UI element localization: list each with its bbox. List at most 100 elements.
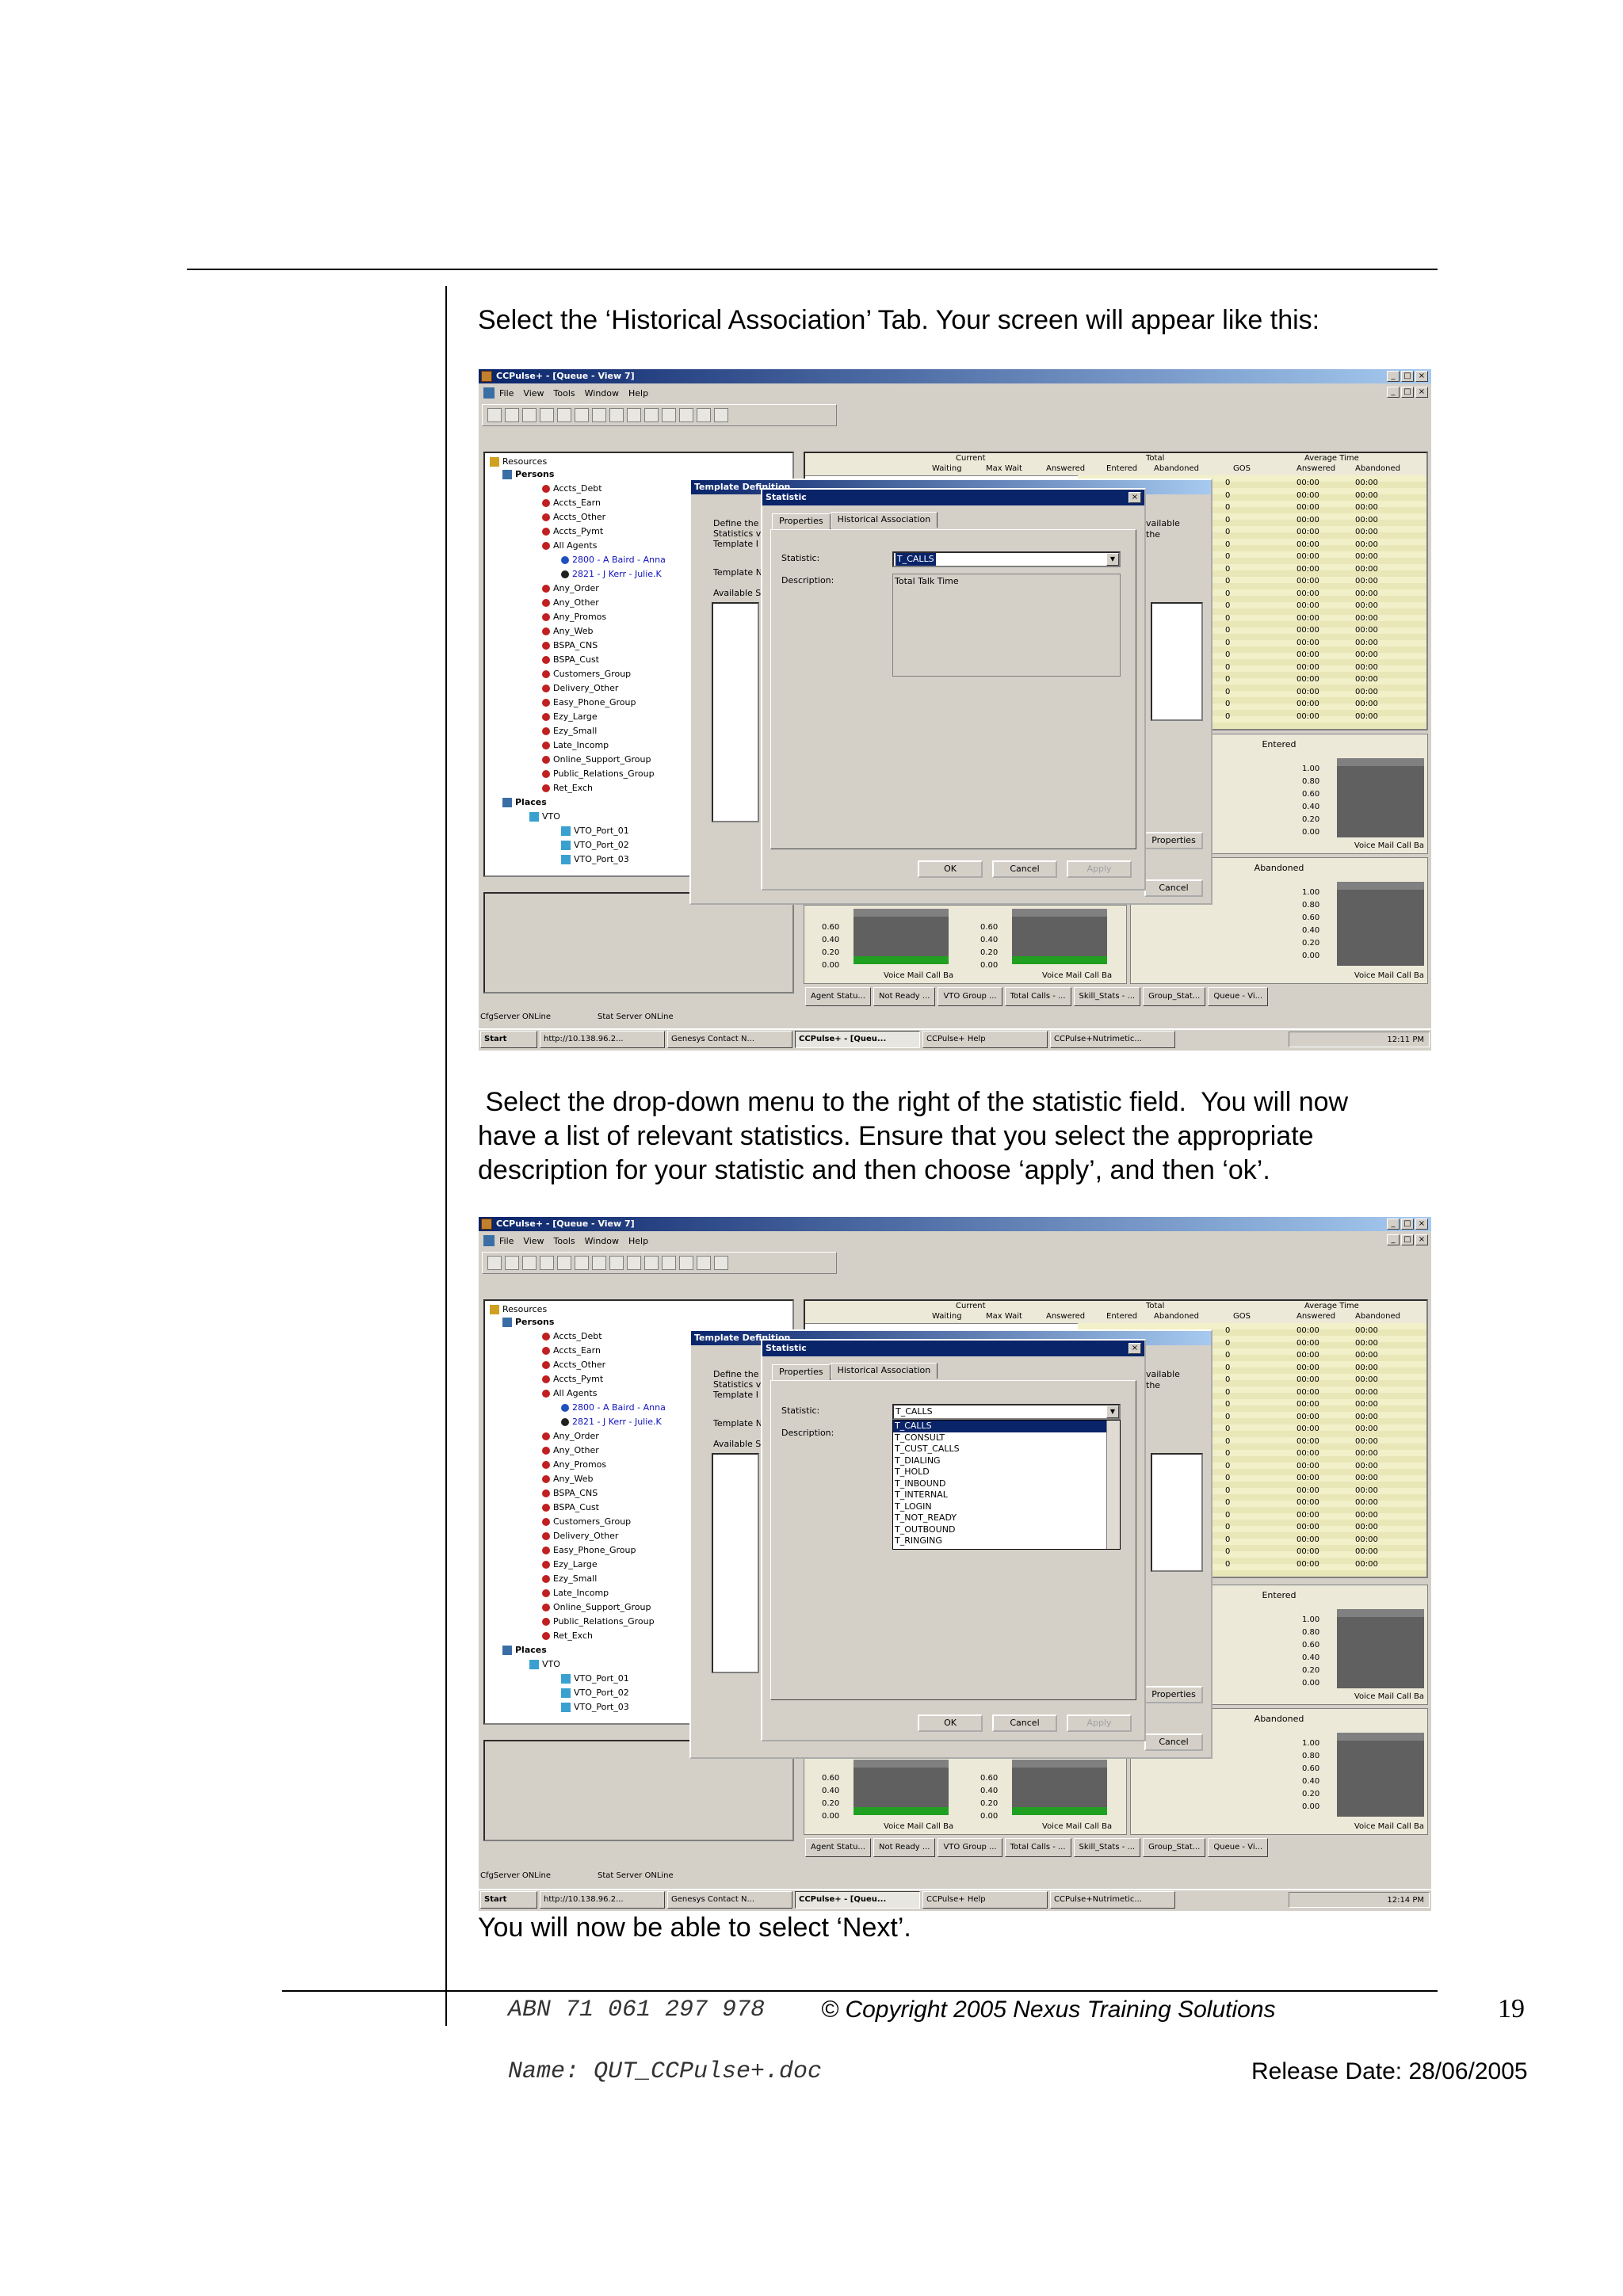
close-icon[interactable]: × (1128, 492, 1141, 503)
taskbar-item[interactable]: http://10.138.96.2... (540, 1891, 665, 1909)
tree-item[interactable]: Easy_Phone_Group (542, 696, 636, 710)
tree-item[interactable]: Customers_Group (542, 667, 631, 681)
pointer-icon[interactable] (662, 1256, 676, 1270)
view-tab[interactable]: Not Ready ... (873, 987, 936, 1006)
tree-item[interactable]: Delivery_Other (542, 1529, 618, 1543)
view-tab[interactable]: VTO Group ... (938, 987, 1002, 1006)
dropdown-option[interactable]: T_DIALING (893, 1455, 1120, 1467)
mdi-minimize-icon[interactable]: _ (1387, 387, 1400, 398)
view-tab[interactable]: Skill_Stats - ... (1073, 1838, 1141, 1857)
view-tab[interactable]: VTO Group ... (938, 1838, 1002, 1857)
tree-port[interactable]: VTO_Port_03 (561, 1700, 629, 1714)
new-icon[interactable] (487, 1256, 502, 1270)
tree-item[interactable]: BSPA_Cust (542, 1501, 599, 1515)
book-icon[interactable] (697, 408, 711, 422)
taskbar-item[interactable]: CCPulse+Nutrimetic... (1050, 1891, 1175, 1909)
tree-persons[interactable]: Persons (502, 467, 554, 482)
pointer-icon[interactable] (662, 408, 676, 422)
menu-file[interactable]: File (499, 1236, 514, 1246)
mdi-restore-icon[interactable]: □ (1401, 1234, 1414, 1245)
tree-item[interactable]: Ezy_Large (542, 710, 598, 724)
tree-item[interactable]: Accts_Debt (542, 482, 602, 496)
tree-item[interactable]: BSPA_CNS (542, 1486, 598, 1501)
tree-item[interactable]: Accts_Other (542, 510, 605, 524)
tree-item[interactable]: Accts_Pymt (542, 524, 603, 539)
view-tab[interactable]: Group_Stat... (1143, 1838, 1206, 1857)
minimize-icon[interactable]: _ (1387, 1219, 1400, 1230)
tree-agent[interactable]: 2800 - A Baird - Anna (561, 1401, 666, 1415)
tab-historical-association[interactable]: Historical Association (830, 512, 938, 528)
menu-help[interactable]: Help (628, 388, 648, 399)
save-icon[interactable] (522, 408, 537, 422)
view-tab[interactable]: Queue - Vi... (1208, 987, 1269, 1006)
grid-icon[interactable] (557, 1256, 571, 1270)
mdi-restore-icon[interactable]: □ (1401, 387, 1414, 398)
tree-item[interactable]: Accts_Debt (542, 1329, 602, 1344)
dropdown-option[interactable]: T_CUST_CALLS (893, 1444, 1120, 1455)
statistic-dropdown-list[interactable]: T_CALLS T_CONSULT T_CUST_CALLS T_DIALING… (892, 1420, 1121, 1550)
properties-button[interactable]: Properties (1144, 832, 1203, 849)
view-tab[interactable]: Total Calls - ... (1004, 987, 1071, 1006)
dropdown-option[interactable]: T_OUTBOUND (893, 1524, 1120, 1536)
menu-view[interactable]: View (523, 1236, 544, 1246)
tree-item[interactable]: Accts_Earn (542, 1344, 601, 1358)
filter-icon[interactable] (644, 1256, 659, 1270)
tree-item[interactable]: Late_Incomp (542, 738, 609, 753)
ok-button[interactable]: OK (918, 1714, 983, 1732)
tree-item[interactable]: Any_Other (542, 1444, 599, 1458)
window-controls[interactable]: _ □ × (1387, 371, 1428, 382)
view-tab[interactable]: Not Ready ... (873, 1838, 936, 1857)
grid-icon[interactable] (557, 408, 571, 422)
tree-item[interactable]: Late_Incomp (542, 1586, 609, 1600)
view-icon[interactable] (540, 408, 554, 422)
taskbar-item[interactable]: http://10.138.96.2... (540, 1031, 665, 1048)
taskbar-item-active[interactable]: CCPulse+ - [Queu... (795, 1031, 920, 1048)
tree-port[interactable]: VTO_Port_01 (561, 824, 629, 838)
tree-item[interactable]: Accts_Pymt (542, 1372, 603, 1386)
view-tab[interactable]: Total Calls - ... (1004, 1838, 1071, 1857)
available-stats-list[interactable] (712, 1453, 759, 1673)
threshold-icon[interactable] (592, 1256, 606, 1270)
filter-icon[interactable] (644, 408, 659, 422)
tree-item[interactable]: Customers_Group (542, 1515, 631, 1529)
menu-file[interactable]: File (499, 388, 514, 399)
tree-places[interactable]: Places (502, 795, 547, 810)
template-cancel-button[interactable]: Cancel (1144, 879, 1203, 897)
chart-icon[interactable] (575, 1256, 589, 1270)
taskbar-item-active[interactable]: CCPulse+ - [Queu... (795, 1891, 920, 1909)
chevron-down-icon[interactable]: ▼ (1106, 553, 1119, 566)
help-icon[interactable] (714, 408, 728, 422)
tree-item[interactable]: Ret_Exch (542, 1629, 593, 1643)
close-icon[interactable]: × (1415, 1219, 1428, 1230)
action-icon[interactable] (609, 1256, 624, 1270)
mdi-minimize-icon[interactable]: _ (1387, 1234, 1400, 1245)
taskbar-item[interactable]: CCPulse+ Help (922, 1031, 1048, 1048)
menu-tools[interactable]: Tools (554, 388, 575, 399)
taskbar-item[interactable]: Genesys Contact N... (667, 1891, 792, 1909)
start-button[interactable]: Start (480, 1891, 537, 1909)
properties-button[interactable]: Properties (1144, 1686, 1203, 1703)
available-stats-list[interactable] (712, 602, 759, 822)
cancel-button[interactable]: Cancel (992, 1714, 1057, 1732)
dropdown-option[interactable]: T_INBOUND (893, 1478, 1120, 1490)
dropdown-option[interactable]: T_CONSULT (893, 1432, 1120, 1444)
open-icon[interactable] (505, 1256, 519, 1270)
help-icon[interactable] (714, 1256, 728, 1270)
mdi-close-icon[interactable]: × (1415, 387, 1428, 398)
menu-help[interactable]: Help (628, 1236, 648, 1246)
maximize-icon[interactable]: □ (1401, 371, 1414, 382)
selected-stats-list[interactable] (1151, 1453, 1203, 1572)
tree-persons[interactable]: Persons (502, 1315, 554, 1329)
tree-agent[interactable]: 2821 - J Kerr - Julie.K (561, 1415, 662, 1429)
menu-view[interactable]: View (523, 388, 544, 399)
dropdown-option[interactable]: T_HOLD (893, 1466, 1120, 1478)
maximize-icon[interactable]: □ (1401, 1219, 1414, 1230)
tree-vto[interactable]: VTO (529, 810, 560, 824)
tree-item[interactable]: All Agents (542, 539, 597, 553)
taskbar-item[interactable]: CCPulse+ Help (922, 1891, 1048, 1909)
tree-item[interactable]: BSPA_Cust (542, 653, 599, 667)
minimize-icon[interactable]: _ (1387, 371, 1400, 382)
menu-tools[interactable]: Tools (554, 1236, 575, 1246)
tree-item[interactable]: Ezy_Small (542, 1572, 597, 1586)
view-tab[interactable]: Agent Statu... (805, 1838, 871, 1857)
